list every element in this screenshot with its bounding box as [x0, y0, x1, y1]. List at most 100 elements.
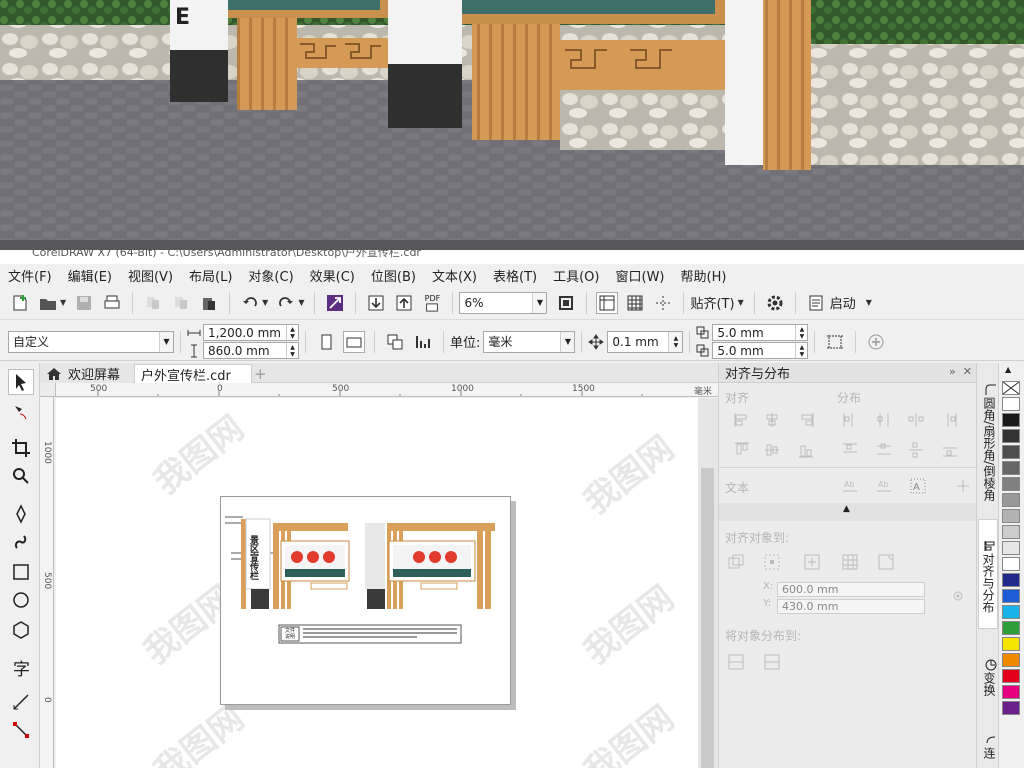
horizontal-ruler[interactable]: 500 0 500 1000 1500 毫米 — [56, 383, 718, 397]
landscape-icon[interactable] — [343, 330, 365, 353]
pick-tool-arrow-icon[interactable] — [8, 369, 34, 395]
align-top-icon[interactable] — [733, 441, 753, 459]
shape-tool-icon[interactable] — [8, 399, 34, 425]
snap-to-menu[interactable]: 贴齐(T) — [690, 293, 734, 312]
launch-dropdown-caret[interactable]: ▼ — [866, 298, 872, 307]
page-height-input[interactable]: 860.0 mm ▲ ▼ — [203, 342, 299, 359]
tab-align-distribute[interactable]: 对齐与分布 — [978, 519, 998, 629]
show-rulers-icon[interactable] — [596, 291, 619, 314]
palette-swatch[interactable] — [1002, 541, 1020, 555]
drawing-canvas[interactable]: 我图网 我图网 我图网 我图网 我图网 我图网 景区宣传栏 文件 说明 — [56, 398, 698, 768]
palette-swatch[interactable] — [1002, 621, 1020, 635]
menu-bitmap[interactable]: 位图(B) — [371, 266, 416, 285]
freehand-tool-icon[interactable] — [8, 501, 34, 527]
redo-icon[interactable] — [275, 292, 297, 314]
tab-fillet-scallop-chamfer[interactable]: 圆角/扇形角/倒棱角 — [978, 365, 998, 515]
palette-swatch[interactable] — [1002, 685, 1020, 699]
palette-swatch[interactable] — [1002, 445, 1020, 459]
tab-welcome-screen[interactable]: 欢迎屏幕 — [40, 364, 132, 383]
distribute-page-icon[interactable] — [763, 653, 783, 671]
menu-object[interactable]: 对象(C) — [248, 266, 293, 285]
palette-swatch[interactable] — [1002, 429, 1020, 443]
collapse-arrow-icon[interactable]: ▲ — [843, 504, 850, 514]
portrait-icon[interactable] — [315, 331, 337, 353]
dimension-tool-icon[interactable] — [8, 689, 34, 715]
add-plus-icon[interactable] — [865, 331, 887, 353]
text-tool-icon[interactable]: 字 — [8, 655, 34, 681]
chevron-down-icon[interactable]: ▼ — [532, 292, 547, 313]
all-pages-icon[interactable] — [384, 331, 406, 353]
open-dropdown-caret[interactable]: ▼ — [60, 298, 66, 307]
treat-as-filled-icon[interactable] — [824, 331, 846, 353]
active-object-icon[interactable] — [727, 553, 747, 571]
distribute-center-h-icon[interactable] — [875, 411, 895, 429]
duplicate-x-input[interactable]: 5.0 mm ▲ ▼ — [712, 324, 809, 341]
menu-table[interactable]: 表格(T) — [493, 266, 537, 285]
export-icon[interactable] — [393, 292, 415, 314]
duplicate-y-input[interactable]: 5.0 mm ▲ ▼ — [712, 342, 809, 359]
page-width-input[interactable]: 1,200.0 mm ▲ ▼ — [203, 324, 299, 341]
units-combo[interactable]: 毫米 ▼ — [483, 330, 576, 353]
palette-swatch[interactable] — [1002, 637, 1020, 651]
align-center-v-icon[interactable] — [763, 441, 783, 459]
menu-layout[interactable]: 布局(L) — [189, 266, 232, 285]
text-bounding-box-icon[interactable]: A — [909, 477, 929, 495]
paste-icon[interactable] — [198, 292, 220, 314]
target-point-icon[interactable] — [949, 587, 969, 605]
show-grid-icon[interactable] — [624, 292, 646, 314]
spin-arrows-icon[interactable]: ▲ ▼ — [795, 343, 807, 358]
distribute-spacing-v-icon[interactable] — [907, 441, 927, 459]
options-gear-icon[interactable] — [764, 292, 786, 314]
distribute-selection-icon[interactable] — [727, 653, 747, 671]
page-edge-icon[interactable] — [763, 553, 783, 571]
cut-icon[interactable] — [142, 292, 164, 314]
specified-point-icon[interactable] — [877, 553, 897, 571]
text-first-baseline-icon[interactable]: Ab — [841, 477, 861, 495]
chevron-down-icon[interactable]: ▼ — [159, 331, 173, 352]
palette-swatch[interactable] — [1002, 669, 1020, 683]
copy-icon[interactable] — [170, 292, 192, 314]
bulletin-board-artwork[interactable]: 景区宣传栏 — [221, 497, 512, 706]
palette-swatch[interactable] — [1002, 557, 1020, 571]
align-center-h-icon[interactable] — [763, 411, 783, 429]
menu-file[interactable]: 文件(F) — [8, 266, 52, 285]
distribute-left-icon[interactable] — [841, 411, 861, 429]
chevron-down-icon[interactable]: ▼ — [560, 331, 575, 352]
palette-swatch[interactable] — [1002, 461, 1020, 475]
open-folder-icon[interactable] — [37, 292, 59, 314]
palette-swatch[interactable] — [1002, 477, 1020, 491]
palette-swatch[interactable] — [1002, 653, 1020, 667]
text-last-baseline-icon[interactable]: Ab — [875, 477, 895, 495]
current-page-icon[interactable] — [412, 331, 434, 353]
launch-label[interactable]: 启动 — [830, 293, 856, 312]
menu-edit[interactable]: 编辑(E) — [68, 266, 112, 285]
palette-swatch[interactable] — [1002, 573, 1020, 587]
palette-swatch[interactable] — [1002, 589, 1020, 603]
menu-effects[interactable]: 效果(C) — [310, 266, 355, 285]
menu-window[interactable]: 窗口(W) — [616, 266, 665, 285]
grid-icon[interactable] — [841, 553, 861, 571]
show-guidelines-icon[interactable] — [652, 292, 674, 314]
palette-swatch[interactable] — [1002, 701, 1020, 715]
align-bottom-icon[interactable] — [797, 441, 817, 459]
distribute-spacing-h-icon[interactable] — [907, 411, 927, 429]
full-screen-icon[interactable] — [555, 292, 577, 314]
document-page[interactable]: 景区宣传栏 文件 说明 — [220, 496, 511, 705]
align-left-icon[interactable] — [733, 411, 753, 429]
undo-icon[interactable] — [239, 292, 261, 314]
search-content-icon[interactable] — [324, 292, 346, 314]
tab-document[interactable]: 户外宣传栏.cdr — [134, 364, 252, 384]
zoom-tool-icon[interactable] — [8, 463, 34, 489]
spin-arrows-icon[interactable]: ▲ ▼ — [795, 325, 807, 340]
rectangle-tool-icon[interactable] — [8, 559, 34, 585]
application-launcher-icon[interactable] — [805, 292, 827, 314]
crop-tool-icon[interactable] — [8, 435, 34, 461]
palette-swatch[interactable] — [1002, 605, 1020, 619]
connector-tool-icon[interactable] — [8, 717, 34, 743]
tab-connect[interactable]: 连 — [978, 721, 998, 767]
palette-swatch[interactable] — [1002, 525, 1020, 539]
print-icon[interactable] — [101, 292, 123, 314]
distribute-center-v-icon[interactable] — [875, 441, 895, 459]
text-outline-icon[interactable] — [953, 477, 973, 495]
no-color-swatch[interactable] — [1002, 381, 1020, 395]
